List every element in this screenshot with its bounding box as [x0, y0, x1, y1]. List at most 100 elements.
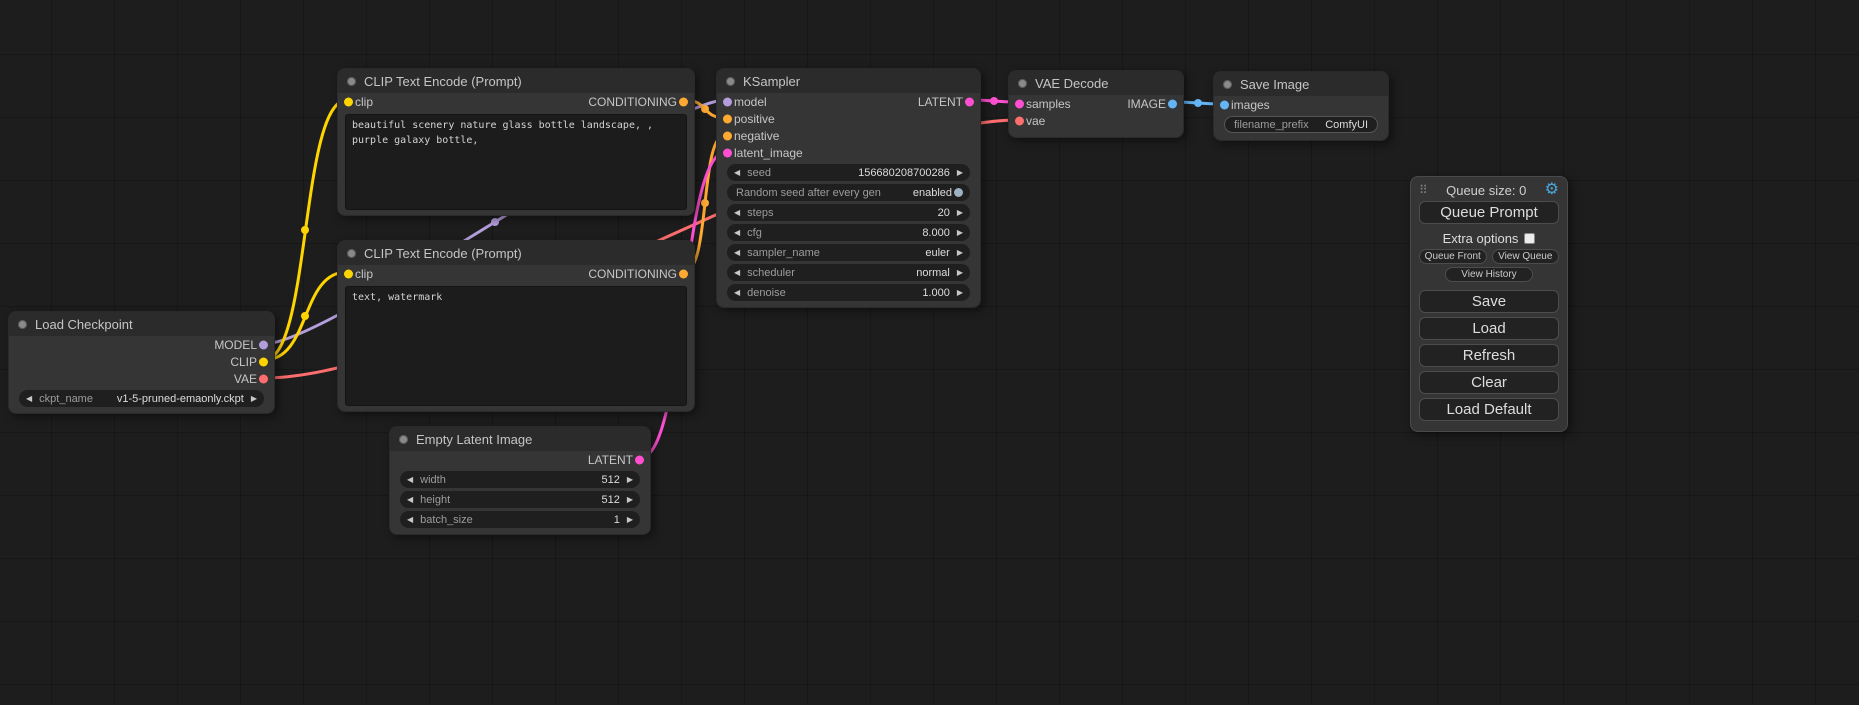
decrement-arrow-icon[interactable]: ◀ — [407, 476, 413, 484]
queue-prompt-button[interactable]: Queue Prompt — [1419, 201, 1559, 224]
decrement-arrow-icon[interactable]: ◀ — [734, 249, 740, 257]
collapse-toggle-icon[interactable] — [1223, 80, 1232, 89]
slot-row: model LATENT — [717, 93, 980, 110]
width-widget[interactable]: ◀ width 512 ▶ — [400, 471, 640, 488]
node-header[interactable]: Save Image — [1214, 72, 1388, 96]
refresh-button[interactable]: Refresh — [1419, 344, 1559, 367]
collapse-toggle-icon[interactable] — [726, 77, 735, 86]
increment-arrow-icon[interactable]: ▶ — [957, 169, 963, 177]
node-load-checkpoint[interactable]: Load Checkpoint MODEL CLIP VAE ◀ ckpt_na… — [8, 311, 275, 414]
widget-value: enabled — [913, 187, 952, 199]
latent-image-input-dot[interactable] — [723, 148, 732, 157]
slot-row: samples IMAGE — [1009, 95, 1183, 112]
conditioning-output-dot[interactable] — [679, 97, 688, 106]
positive-prompt-textarea[interactable]: beautiful scenery nature glass bottle la… — [345, 114, 687, 210]
latent-output-dot[interactable] — [965, 97, 974, 106]
decrement-arrow-icon[interactable]: ◀ — [407, 496, 413, 504]
node-header[interactable]: CLIP Text Encode (Prompt) — [338, 69, 694, 93]
node-empty-latent-image[interactable]: Empty Latent Image LATENT ◀ width 512 ▶ … — [389, 426, 651, 535]
increment-arrow-icon[interactable]: ▶ — [957, 249, 963, 257]
model-output-dot[interactable] — [259, 340, 268, 349]
decrement-arrow-icon[interactable]: ◀ — [26, 395, 32, 403]
widget-label: denoise — [747, 287, 786, 299]
vae-output-dot[interactable] — [259, 374, 268, 383]
decrement-arrow-icon[interactable]: ◀ — [734, 209, 740, 217]
collapse-toggle-icon[interactable] — [18, 320, 27, 329]
node-header[interactable]: Empty Latent Image — [390, 427, 650, 451]
scheduler-widget[interactable]: ◀ scheduler normal ▶ — [727, 264, 970, 281]
increment-arrow-icon[interactable]: ▶ — [627, 476, 633, 484]
clip-input-dot[interactable] — [344, 97, 353, 106]
load-default-button[interactable]: Load Default — [1419, 398, 1559, 421]
load-button[interactable]: Load — [1419, 317, 1559, 340]
ckpt-name-widget[interactable]: ◀ ckpt_name v1-5-pruned-emaonly.ckpt ▶ — [19, 390, 264, 407]
latent-output-dot[interactable] — [635, 455, 644, 464]
node-clip-text-encode-positive[interactable]: CLIP Text Encode (Prompt) clip CONDITION… — [337, 68, 695, 216]
collapse-toggle-icon[interactable] — [399, 435, 408, 444]
cfg-widget[interactable]: ◀ cfg 8.000 ▶ — [727, 224, 970, 241]
sampler-name-widget[interactable]: ◀ sampler_name euler ▶ — [727, 244, 970, 261]
increment-arrow-icon[interactable]: ▶ — [627, 516, 633, 524]
model-input-dot[interactable] — [723, 97, 732, 106]
toggle-dot[interactable] — [954, 188, 963, 197]
increment-arrow-icon[interactable]: ▶ — [251, 395, 257, 403]
drag-handle-icon[interactable]: ⠿ — [1419, 183, 1428, 197]
settings-gear-icon[interactable]: ⚙ — [1545, 182, 1559, 198]
increment-arrow-icon[interactable]: ▶ — [957, 289, 963, 297]
increment-arrow-icon[interactable]: ▶ — [957, 209, 963, 217]
vae-input-dot[interactable] — [1015, 116, 1024, 125]
collapse-toggle-icon[interactable] — [347, 249, 356, 258]
slot-label: images — [1231, 98, 1270, 112]
denoise-widget[interactable]: ◀ denoise 1.000 ▶ — [727, 284, 970, 301]
decrement-arrow-icon[interactable]: ◀ — [407, 516, 413, 524]
batch-size-widget[interactable]: ◀ batch_size 1 ▶ — [400, 511, 640, 528]
node-vae-decode[interactable]: VAE Decode samples IMAGE vae — [1008, 70, 1184, 138]
slot-row: clip CONDITIONING — [338, 265, 694, 282]
clip-output-dot[interactable] — [259, 357, 268, 366]
conditioning-output-dot[interactable] — [679, 269, 688, 278]
extra-options-checkbox[interactable] — [1524, 233, 1535, 244]
negative-prompt-textarea[interactable]: text, watermark — [345, 286, 687, 406]
decrement-arrow-icon[interactable]: ◀ — [734, 269, 740, 277]
node-header[interactable]: Load Checkpoint — [9, 312, 274, 336]
queue-front-button[interactable]: Queue Front — [1419, 249, 1487, 264]
node-ksampler[interactable]: KSampler model LATENT positive negative … — [716, 68, 981, 308]
clear-button[interactable]: Clear — [1419, 371, 1559, 394]
save-button[interactable]: Save — [1419, 290, 1559, 313]
negative-input-dot[interactable] — [723, 131, 732, 140]
node-clip-text-encode-negative[interactable]: CLIP Text Encode (Prompt) clip CONDITION… — [337, 240, 695, 412]
images-input-dot[interactable] — [1220, 100, 1229, 109]
view-queue-button[interactable]: View Queue — [1492, 249, 1560, 264]
node-header[interactable]: CLIP Text Encode (Prompt) — [338, 241, 694, 265]
collapse-toggle-icon[interactable] — [347, 77, 356, 86]
height-widget[interactable]: ◀ height 512 ▶ — [400, 491, 640, 508]
decrement-arrow-icon[interactable]: ◀ — [734, 289, 740, 297]
increment-arrow-icon[interactable]: ▶ — [957, 229, 963, 237]
decrement-arrow-icon[interactable]: ◀ — [734, 229, 740, 237]
decrement-arrow-icon[interactable]: ◀ — [734, 169, 740, 177]
workflow-actions: Save Load Refresh Clear Load Default — [1419, 290, 1559, 421]
slot-label: model — [734, 95, 767, 109]
random-seed-toggle-widget[interactable]: Random seed after every gen enabled — [727, 184, 970, 201]
increment-arrow-icon[interactable]: ▶ — [627, 496, 633, 504]
filename-prefix-widget[interactable]: filename_prefix ComfyUI — [1224, 116, 1378, 133]
node-title: KSampler — [743, 74, 800, 89]
link-midpoint-dot — [990, 97, 998, 105]
image-output-dot[interactable] — [1168, 99, 1177, 108]
collapse-toggle-icon[interactable] — [1018, 79, 1027, 88]
seed-widget[interactable]: ◀ seed 156680208700286 ▶ — [727, 164, 970, 181]
steps-widget[interactable]: ◀ steps 20 ▶ — [727, 204, 970, 221]
widget-value: euler — [925, 247, 949, 259]
node-save-image[interactable]: Save Image images filename_prefix ComfyU… — [1213, 71, 1389, 141]
extra-options-row: Extra options — [1419, 231, 1559, 246]
positive-input-dot[interactable] — [723, 114, 732, 123]
widget-value: 20 — [938, 207, 950, 219]
increment-arrow-icon[interactable]: ▶ — [957, 269, 963, 277]
node-header[interactable]: KSampler — [717, 69, 980, 93]
view-history-button[interactable]: View History — [1445, 267, 1533, 282]
samples-input-dot[interactable] — [1015, 99, 1024, 108]
widget-value: 512 — [601, 474, 619, 486]
clip-input-dot[interactable] — [344, 269, 353, 278]
node-header[interactable]: VAE Decode — [1009, 71, 1183, 95]
input-slot-vae: vae — [1009, 112, 1183, 129]
